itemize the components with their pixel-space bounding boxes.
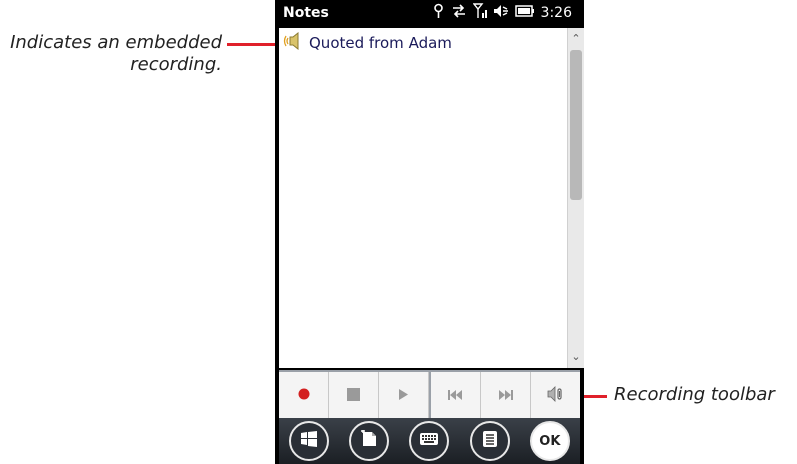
menu-button[interactable] <box>469 421 510 461</box>
volume-icon <box>547 386 565 406</box>
recording-toolbar-callout: Recording toolbar <box>614 384 797 406</box>
stop-icon <box>347 387 360 405</box>
menu-icon <box>482 430 498 452</box>
windows-start-icon <box>300 430 318 452</box>
status-bar: Notes 3:26 <box>279 0 580 28</box>
new-note-icon <box>360 429 378 452</box>
signal-tower-icon[interactable] <box>432 3 445 23</box>
previous-button[interactable] <box>431 372 481 420</box>
embedded-recording-callout-line <box>227 43 281 46</box>
status-icons: 3:26 <box>432 3 572 23</box>
volume-button[interactable] <box>531 372 580 420</box>
embedded-recording-callout: Indicates an embedded recording. <box>0 32 222 76</box>
record-icon <box>298 388 310 404</box>
windows-start-button[interactable] <box>289 421 330 461</box>
next-icon <box>498 388 513 404</box>
vertical-scrollbar[interactable]: ⌃ ⌄ <box>567 28 584 368</box>
battery-icon[interactable] <box>514 4 535 22</box>
previous-icon <box>448 388 463 404</box>
clock[interactable]: 3:26 <box>541 5 572 21</box>
keyboard-icon <box>419 432 439 450</box>
record-button[interactable] <box>279 372 329 420</box>
note-line[interactable]: Quoted from Adam <box>283 31 452 54</box>
play-button[interactable] <box>379 372 429 420</box>
data-sync-icon[interactable] <box>451 3 467 23</box>
scroll-thumb[interactable] <box>570 50 582 200</box>
embedded-recording-callout-text: Indicates an embedded recording. <box>10 32 222 75</box>
stop-button[interactable] <box>329 372 379 420</box>
phone-screen: Notes 3:26 Quoted from Adam ⌃ ⌄ OK <box>275 0 584 464</box>
keyboard-button[interactable] <box>409 421 450 461</box>
note-text[interactable]: Quoted from Adam <box>309 34 452 52</box>
embedded-recording-speaker-icon[interactable] <box>283 31 303 54</box>
signal-strength-icon[interactable] <box>472 3 487 23</box>
app-title[interactable]: Notes <box>283 5 329 21</box>
volume-icon[interactable] <box>493 3 509 23</box>
play-icon <box>399 388 408 404</box>
softkey-bar: OK <box>279 418 580 464</box>
recording-toolbar-callout-line <box>583 395 607 398</box>
ok-button[interactable]: OK <box>529 421 570 461</box>
new-note-button[interactable] <box>349 421 390 461</box>
next-button[interactable] <box>481 372 531 420</box>
recording-toolbar-callout-text: Recording toolbar <box>614 384 775 405</box>
recording-toolbar <box>279 370 580 420</box>
scroll-up-icon[interactable]: ⌃ <box>568 30 584 48</box>
ok-label: OK <box>539 433 561 449</box>
scroll-down-icon[interactable]: ⌄ <box>568 348 584 366</box>
note-body[interactable]: Quoted from Adam <box>279 28 580 368</box>
